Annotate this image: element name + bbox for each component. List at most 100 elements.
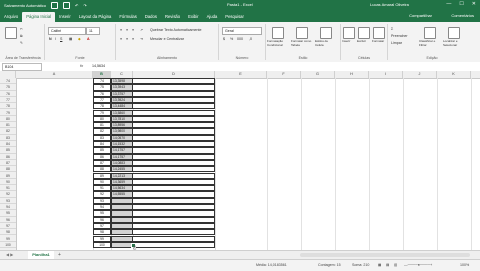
paste-icon[interactable] <box>5 27 17 39</box>
italic-button[interactable]: I <box>55 37 56 41</box>
tab-página-inicial[interactable]: Página Inicial <box>22 12 56 22</box>
insert-button[interactable]: Inserir <box>342 39 350 43</box>
format-cells-icon[interactable] <box>373 27 385 39</box>
select-all-corner[interactable] <box>0 71 16 78</box>
font-size-select[interactable]: 11 <box>86 27 100 35</box>
cell-styles-button[interactable]: Estilos de Célula <box>315 39 337 47</box>
column-header-e[interactable]: E <box>215 71 267 78</box>
conditional-format-button[interactable]: Formatação Condicional <box>267 39 291 47</box>
column-header-d[interactable]: D <box>133 71 215 78</box>
column-header-b[interactable]: B <box>93 71 111 78</box>
cell-empty[interactable] <box>133 241 215 249</box>
column-header-h[interactable]: H <box>335 71 369 78</box>
format-button[interactable]: Formatar <box>372 39 384 43</box>
maximize-button[interactable]: ☐ <box>459 1 463 7</box>
comments-button[interactable]: Comentários <box>451 13 474 18</box>
find-select-icon[interactable] <box>448 27 460 39</box>
sort-filter-button[interactable]: Classificar e Filtrar <box>419 39 441 47</box>
indent-icon[interactable]: ⇥ <box>140 37 143 41</box>
fill-color-icon[interactable]: ◆ <box>78 37 81 41</box>
format-painter-icon[interactable]: ✎ <box>20 41 23 45</box>
wrap-text-button[interactable]: Quebrar Texto Automaticamente <box>150 28 201 32</box>
align-right-icon[interactable]: ≡ <box>132 37 134 41</box>
column-header-i[interactable]: I <box>369 71 403 78</box>
column-header-a[interactable]: A <box>16 71 93 78</box>
number-format-select[interactable]: Geral <box>222 27 262 35</box>
name-box[interactable]: B104 <box>2 63 42 71</box>
align-middle-icon[interactable]: ≡ <box>126 28 128 32</box>
delete-cells-icon[interactable] <box>358 27 370 39</box>
borders-icon[interactable]: ▦ <box>69 37 72 41</box>
font-group: Calibri 11 N I S ▦ ◆ A Fonte <box>45 24 116 60</box>
minimize-button[interactable]: — <box>446 1 451 7</box>
column-header-j[interactable]: J <box>403 71 437 78</box>
sheet-nav-arrows[interactable]: ◀ ▶ <box>6 252 13 257</box>
tab-inserir[interactable]: Inserir <box>55 12 75 22</box>
column-header-g[interactable]: G <box>301 71 335 78</box>
font-name-select[interactable]: Calibri <box>48 27 86 35</box>
column-header-l[interactable]: L <box>471 71 480 78</box>
styles-group: Formatação Condicional Formatar como Tab… <box>266 24 341 60</box>
cells-group: Inserir Excluir Formatar Células <box>341 24 388 60</box>
share-button[interactable]: Compartilhar <box>409 13 432 18</box>
zoom-slider[interactable]: —────●────+ <box>404 263 432 267</box>
sort-filter-icon[interactable] <box>424 27 436 39</box>
clear-button[interactable]: Limpar <box>391 41 402 45</box>
copy-icon[interactable]: ⧉ <box>20 34 23 38</box>
tab-dados[interactable]: Dados <box>141 12 161 22</box>
cut-icon[interactable]: ✂ <box>20 27 23 31</box>
cell-index[interactable]: 100 <box>93 241 111 249</box>
tab-layout-da-página[interactable]: Layout da Página <box>75 12 116 22</box>
underline-button[interactable]: S <box>60 37 62 41</box>
font-group-label: Fonte <box>75 56 85 60</box>
column-header-c[interactable]: C <box>111 71 133 78</box>
autosave-toggle-icon[interactable] <box>51 2 59 9</box>
format-as-table-button[interactable]: Formatar como Tabela <box>291 39 313 47</box>
align-center-icon[interactable]: ≡ <box>126 37 128 41</box>
cell-value[interactable] <box>111 241 133 249</box>
column-header-f[interactable]: F <box>267 71 301 78</box>
gridline <box>403 78 404 250</box>
align-left-icon[interactable]: ≡ <box>120 37 122 41</box>
autosum-button[interactable]: Σ <box>391 27 393 31</box>
page-break-icon[interactable]: ▥ <box>394 263 397 267</box>
tab-arquivo[interactable]: Arquivo <box>0 12 22 22</box>
formula-input[interactable]: 14,5634 <box>92 63 105 69</box>
font-color-icon[interactable]: A <box>87 37 90 41</box>
tab-revisão[interactable]: Revisão <box>161 12 184 22</box>
column-header-k[interactable]: K <box>437 71 471 78</box>
user-name[interactable]: Lucas Amaral Oliveira <box>370 2 409 7</box>
orientation-icon[interactable]: ↗ <box>140 28 143 32</box>
undo-icon[interactable]: ↶ <box>75 3 78 8</box>
bold-button[interactable]: N <box>49 37 52 41</box>
currency-icon[interactable]: $ <box>223 37 225 41</box>
thousands-icon[interactable]: 000 <box>237 37 243 41</box>
conditional-format-icon[interactable] <box>272 27 284 39</box>
close-button[interactable]: ✕ <box>472 1 476 7</box>
align-top-icon[interactable]: ≡ <box>120 28 122 32</box>
new-sheet-button[interactable]: + <box>58 252 61 258</box>
save-icon[interactable] <box>63 2 71 9</box>
format-table-icon[interactable] <box>296 27 308 39</box>
delete-button[interactable]: Excluir <box>357 39 366 43</box>
align-bottom-icon[interactable]: ≡ <box>132 28 134 32</box>
fill-button[interactable]: Preencher <box>391 34 408 38</box>
tab-fórmulas[interactable]: Fórmulas <box>115 12 140 22</box>
tab-pesquisar[interactable]: Pesquisar <box>221 12 248 22</box>
insert-cells-icon[interactable] <box>343 27 355 39</box>
page-layout-icon[interactable]: ▤ <box>386 263 389 267</box>
spreadsheet-grid[interactable]: ABCDEFGHIJKLMN 7475767778798081828384858… <box>0 71 480 250</box>
percent-icon[interactable]: % <box>230 37 233 41</box>
decimal-icon[interactable]: ,0 <box>249 37 252 41</box>
normal-view-icon[interactable]: ▦ <box>378 263 381 267</box>
fx-icon[interactable]: fx <box>80 63 83 68</box>
tab-exibir[interactable]: Exibir <box>184 12 202 22</box>
zoom-level[interactable]: 100% <box>460 263 469 267</box>
redo-icon[interactable]: ↷ <box>83 3 86 8</box>
horizontal-scrollbar[interactable] <box>300 253 470 257</box>
gridline <box>369 78 370 250</box>
find-select-button[interactable]: Localizar e Selecionar <box>443 39 467 47</box>
merge-center-button[interactable]: Mesclar e Centralizar <box>150 37 184 41</box>
tab-ajuda[interactable]: Ajuda <box>203 12 222 22</box>
cell-styles-icon[interactable] <box>320 27 332 39</box>
